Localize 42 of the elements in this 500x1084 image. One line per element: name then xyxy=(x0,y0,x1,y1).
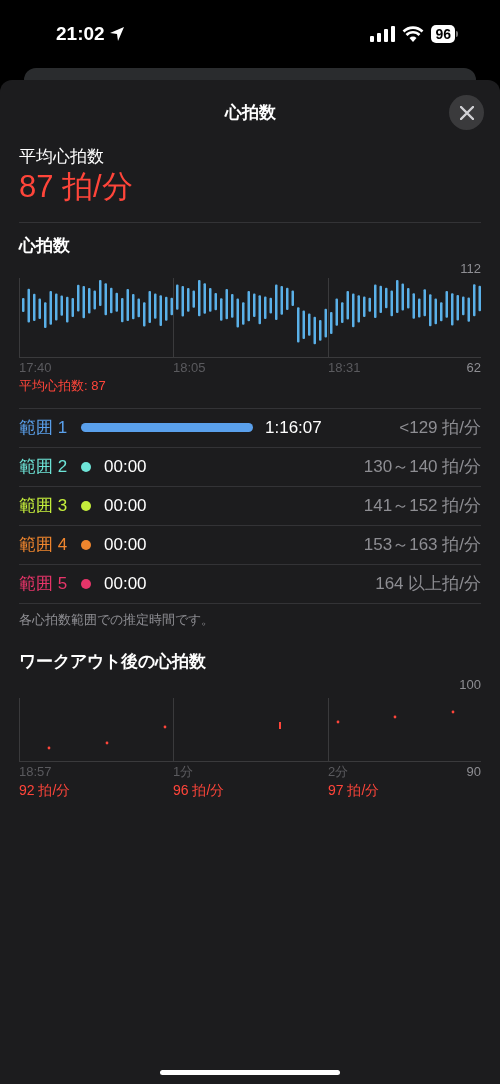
wifi-icon xyxy=(402,26,425,42)
axis-label: 18:31 xyxy=(328,359,361,377)
zone-name: 範囲 5 xyxy=(19,572,69,595)
axis-label: 1分 xyxy=(173,763,194,781)
minute-heart-rate: 97 拍/分 xyxy=(328,781,380,800)
zone-range: 141～152 拍/分 xyxy=(363,494,481,517)
zone-name: 範囲 4 xyxy=(19,533,69,556)
axis-label: 18:05 xyxy=(173,359,206,377)
close-button[interactable] xyxy=(449,95,484,130)
zone-range: <129 拍/分 xyxy=(399,416,481,439)
axis-label: 2分 xyxy=(328,763,349,781)
zone-time: 00:00 xyxy=(104,533,147,556)
axis-label: 100 xyxy=(459,675,481,694)
zone-range: 164 以上拍/分 xyxy=(375,572,481,595)
close-icon xyxy=(459,105,474,120)
zones-note: 各心拍数範囲での推定時間です。 xyxy=(19,610,214,629)
zone-range: 153～163 拍/分 xyxy=(363,533,481,556)
zone-name: 範囲 1 xyxy=(19,416,69,439)
zone-name: 範囲 2 xyxy=(19,455,69,478)
axis-label: 62 xyxy=(466,359,481,377)
zone-time: 00:00 xyxy=(104,572,147,595)
section-title: 心拍数 xyxy=(19,235,71,257)
axis-label: 18:57 xyxy=(19,763,52,781)
axis-label: 112 xyxy=(460,259,481,278)
location-arrow-icon xyxy=(108,26,125,42)
zone-time: 00:00 xyxy=(104,494,147,517)
axis-label: 90 xyxy=(466,763,481,781)
signal-icon xyxy=(370,26,396,42)
clock: 21:02 xyxy=(56,21,105,46)
average-label: 平均心拍数 xyxy=(19,146,105,168)
section-title: ワークアウト後の心拍数 xyxy=(19,651,206,673)
axis-label: 17:40 xyxy=(19,359,52,377)
zone-time: 00:00 xyxy=(104,455,147,478)
average-heart-rate: 87 拍/分 xyxy=(19,168,134,206)
zone-name: 範囲 3 xyxy=(19,494,69,517)
chart-average: 平均心拍数: 87 xyxy=(19,377,106,395)
zone-time: 1:16:07 xyxy=(265,416,322,439)
sheet-title: 心拍数 xyxy=(224,102,276,125)
minute-heart-rate: 96 拍/分 xyxy=(173,781,225,800)
battery-icon: 96 xyxy=(431,25,455,43)
zone-range: 130～140 拍/分 xyxy=(363,455,481,478)
minute-heart-rate: 92 拍/分 xyxy=(19,781,71,800)
